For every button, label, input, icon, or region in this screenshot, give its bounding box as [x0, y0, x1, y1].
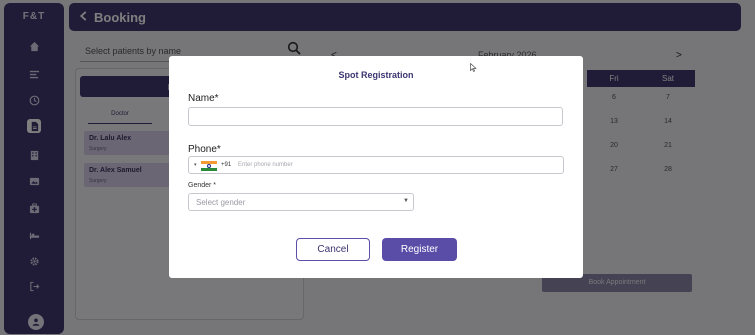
mouse-cursor-icon [470, 63, 477, 72]
cancel-button[interactable]: Cancel [296, 238, 370, 261]
name-input[interactable] [188, 107, 563, 126]
gender-select[interactable]: Select gender ▼ [188, 193, 414, 211]
name-label: Name* [188, 93, 219, 104]
country-code: +91 [221, 162, 232, 168]
register-button[interactable]: Register [382, 238, 457, 261]
gender-label: Gender * [188, 182, 217, 189]
india-flag-icon[interactable] [201, 161, 217, 171]
dialog-title: Spot Registration [338, 70, 414, 80]
phone-placeholder: Enter phone number [238, 162, 293, 168]
phone-label: Phone* [188, 144, 221, 155]
gender-placeholder: Select gender [196, 198, 246, 207]
chevron-down-icon: ▼ [403, 198, 409, 204]
country-dropdown-caret-icon[interactable]: ▾ [194, 162, 197, 168]
spot-registration-dialog: Spot Registration Name* Phone* ▾ +91 Ent… [169, 56, 583, 278]
phone-input[interactable]: ▾ +91 Enter phone number [188, 156, 564, 174]
